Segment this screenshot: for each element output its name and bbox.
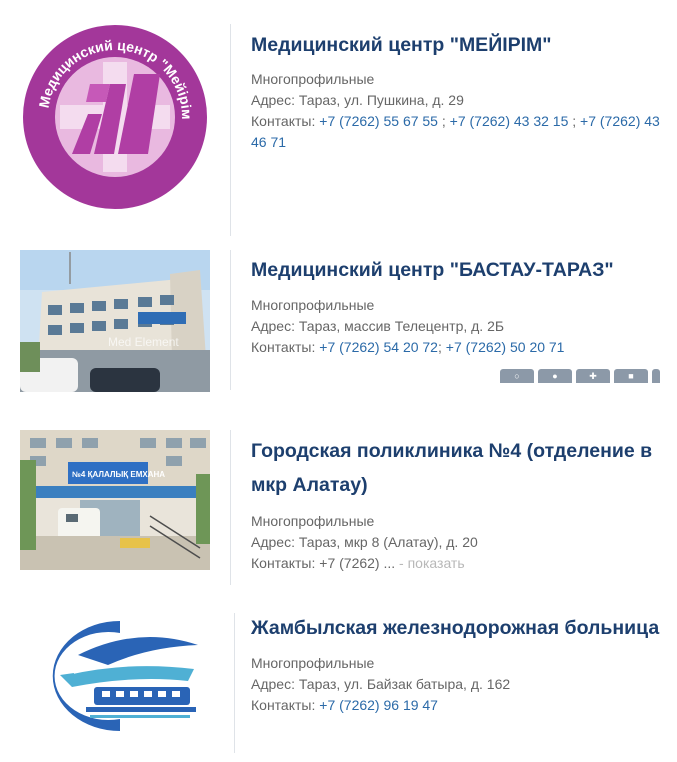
clinic-address: Адрес: Тараз, ул. Пушкина, д. 29 — [251, 92, 464, 108]
clinic-contacts: Контакты: +7 (7262) 55 67 55 ; +7 (7262)… — [251, 113, 660, 150]
photo-watermark: Med Element — [108, 335, 179, 349]
clinic-photo[interactable]: Med Element — [20, 250, 210, 392]
feature-badges: ○ ● ✚ ■ — [500, 369, 660, 383]
clinic-contacts: Контакты: +7 (7262) ... - показать — [251, 555, 465, 571]
show-phone-link[interactable]: - показать — [399, 555, 465, 571]
divider — [230, 430, 231, 585]
first-aid-icon[interactable]: ✚ — [576, 369, 610, 383]
clinic-title[interactable]: Медицинский центр "БАСТАУ-ТАРАЗ" — [251, 253, 671, 287]
ambulance-icon[interactable]: ■ — [614, 369, 648, 383]
clinic-photo[interactable]: №4 ҚАЛАЛЫҚ ЕМХАНА — [20, 430, 210, 570]
clinic-address: Адрес: Тараз, мкр 8 (Алатау), д. 20 — [251, 534, 478, 550]
clinic-title[interactable]: Медицинский центр "МЕЙІРІМ" — [251, 28, 671, 62]
person-icon[interactable]: ● — [538, 369, 572, 383]
divider — [234, 613, 235, 753]
phone-link[interactable]: +7 (7262) 54 20 72 — [319, 339, 438, 355]
mouse-icon[interactable]: ○ — [500, 369, 534, 383]
phone-link[interactable]: +7 (7262) 43 32 15 — [450, 113, 569, 129]
phone-link[interactable]: +7 (7262) 96 19 47 — [319, 697, 438, 713]
clinic-address: Адрес: Тараз, массив Телецентр, д. 2Б — [251, 318, 505, 334]
clinic-card: Med Element Медицинский центр "БАСТАУ-ТА… — [0, 240, 677, 400]
divider — [230, 250, 231, 390]
clinic-card: №4 ҚАЛАЛЫҚ ЕМХАНА Городская поликлиника … — [0, 400, 677, 585]
clinic-category: Многопрофильные — [251, 297, 375, 313]
clinic-contacts: Контакты: +7 (7262) 96 19 47 — [251, 697, 438, 713]
more-icon[interactable] — [652, 369, 660, 383]
clinic-address: Адрес: Тараз, ул. Байзак батыра, д. 162 — [251, 676, 511, 692]
phone-link[interactable]: +7 (7262) 55 67 55 — [319, 113, 438, 129]
phone-link[interactable]: +7 (7262) 50 20 71 — [446, 339, 565, 355]
clinic-category: Многопрофильные — [251, 655, 375, 671]
clinic-category: Многопрофильные — [251, 71, 375, 87]
clinic-logo[interactable] — [38, 615, 202, 737]
clinic-title[interactable]: Городская поликлиника №4 (отделение в мк… — [251, 434, 671, 502]
clinic-category: Многопрофильные — [251, 513, 375, 529]
clinic-logo[interactable]: Медицинский центр "Мейірім" — [20, 22, 210, 212]
phone-partial: +7 (7262) ... — [319, 555, 396, 571]
clinic-title[interactable]: Жамбылская железнодорожная больница — [251, 611, 677, 645]
photo-sign: №4 ҚАЛАЛЫҚ ЕМХАНА — [72, 470, 165, 479]
divider — [230, 24, 231, 236]
clinic-contacts: Контакты: +7 (7262) 54 20 72; +7 (7262) … — [251, 339, 565, 355]
clinic-card: Жамбылская железнодорожная больница Мног… — [0, 585, 677, 762]
clinic-card: Медицинский центр "Мейірім" Медицинский … — [0, 0, 677, 240]
